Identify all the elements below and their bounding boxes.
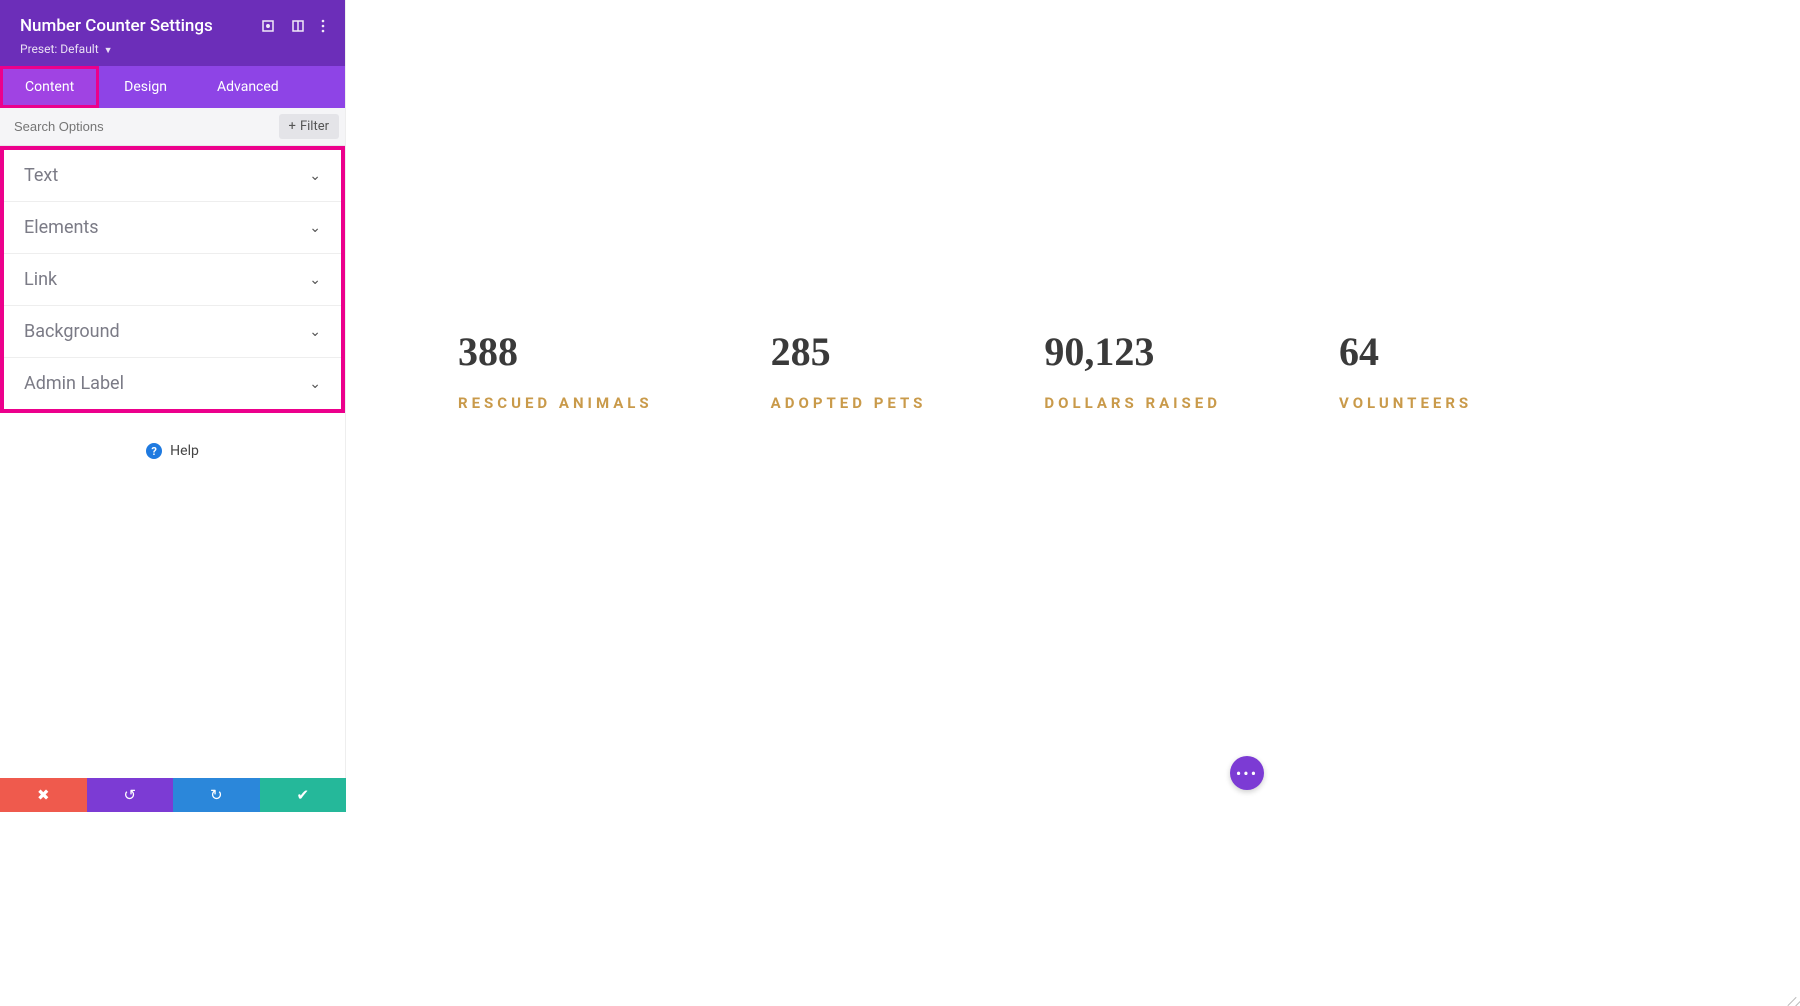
chevron-down-icon: ⌄ (309, 272, 321, 288)
accordion-label: Background (24, 321, 120, 342)
search-input[interactable] (0, 108, 279, 145)
save-button[interactable]: ✔ (260, 778, 347, 812)
accordion-label: Link (24, 269, 57, 290)
more-icon[interactable] (321, 19, 325, 33)
preset-label: Preset: Default (20, 42, 99, 56)
accordion-highlight: Text ⌄ Elements ⌄ Link ⌄ Background ⌄ Ad… (0, 146, 345, 413)
expand-icon[interactable] (261, 19, 275, 33)
counter-label: DOLLARS RAISED (1044, 394, 1221, 412)
accordion-background[interactable]: Background ⌄ (4, 306, 341, 358)
help-label: Help (170, 443, 199, 459)
redo-button[interactable]: ↻ (173, 778, 260, 812)
sidebar-header-icons (261, 19, 325, 33)
accordion-label: Elements (24, 217, 99, 238)
plus-icon: + (289, 119, 296, 134)
cancel-button[interactable]: ✖ (0, 778, 87, 812)
counter-value: 90,123 (1044, 332, 1221, 372)
filter-button[interactable]: + Filter (279, 114, 339, 139)
chevron-down-icon: ⌄ (309, 324, 321, 340)
accordion-elements[interactable]: Elements ⌄ (4, 202, 341, 254)
settings-sidebar: Number Counter Settings (0, 0, 346, 812)
search-row: + Filter (0, 108, 345, 146)
filter-label: Filter (300, 119, 329, 134)
resize-handle[interactable] (1784, 990, 1798, 1004)
undo-button[interactable]: ↺ (87, 778, 174, 812)
undo-icon: ↺ (123, 786, 136, 804)
columns-icon[interactable] (291, 19, 305, 33)
accordion-text[interactable]: Text ⌄ (4, 150, 341, 202)
close-icon: ✖ (37, 786, 50, 804)
accordion-label: Text (24, 165, 58, 186)
floating-action-button[interactable]: ••• (1230, 756, 1264, 790)
chevron-down-icon: ⌄ (309, 168, 321, 184)
counter-row: 388 RESCUED ANIMALS 285 ADOPTED PETS 90,… (458, 332, 1472, 412)
tab-design[interactable]: Design (99, 66, 192, 108)
counter-rescued-animals: 388 RESCUED ANIMALS (458, 332, 653, 412)
help-link[interactable]: ? Help (0, 413, 345, 489)
caret-down-icon: ▼ (104, 46, 113, 56)
counter-value: 388 (458, 332, 653, 372)
counter-label: ADOPTED PETS (771, 394, 927, 412)
sidebar-title-row: Number Counter Settings (20, 16, 325, 36)
sidebar-footer: ✖ ↺ ↻ ✔ (0, 778, 346, 812)
preset-selector[interactable]: Preset: Default ▼ (20, 42, 325, 56)
tab-advanced[interactable]: Advanced (192, 66, 304, 108)
more-icon: ••• (1236, 764, 1258, 783)
chevron-down-icon: ⌄ (309, 220, 321, 236)
accordion-admin-label[interactable]: Admin Label ⌄ (4, 358, 341, 409)
sidebar-tabs: Content Design Advanced (0, 66, 345, 108)
counter-label: RESCUED ANIMALS (458, 394, 653, 412)
redo-icon: ↻ (210, 786, 223, 804)
counter-label: VOLUNTEERS (1339, 394, 1472, 412)
counter-volunteers: 64 VOLUNTEERS (1339, 332, 1472, 412)
chevron-down-icon: ⌄ (309, 376, 321, 392)
sidebar-header: Number Counter Settings (0, 0, 345, 66)
accordion-link[interactable]: Link ⌄ (4, 254, 341, 306)
accordion-label: Admin Label (24, 373, 124, 394)
counter-value: 285 (771, 332, 927, 372)
check-icon: ✔ (296, 786, 309, 804)
counter-adopted-pets: 285 ADOPTED PETS (771, 332, 927, 412)
sidebar-title: Number Counter Settings (20, 16, 213, 36)
tab-content[interactable]: Content (0, 66, 99, 108)
preview-canvas: 388 RESCUED ANIMALS 285 ADOPTED PETS 90,… (346, 0, 1800, 1006)
help-icon: ? (146, 443, 162, 459)
counter-value: 64 (1339, 332, 1472, 372)
counter-dollars-raised: 90,123 DOLLARS RAISED (1044, 332, 1221, 412)
